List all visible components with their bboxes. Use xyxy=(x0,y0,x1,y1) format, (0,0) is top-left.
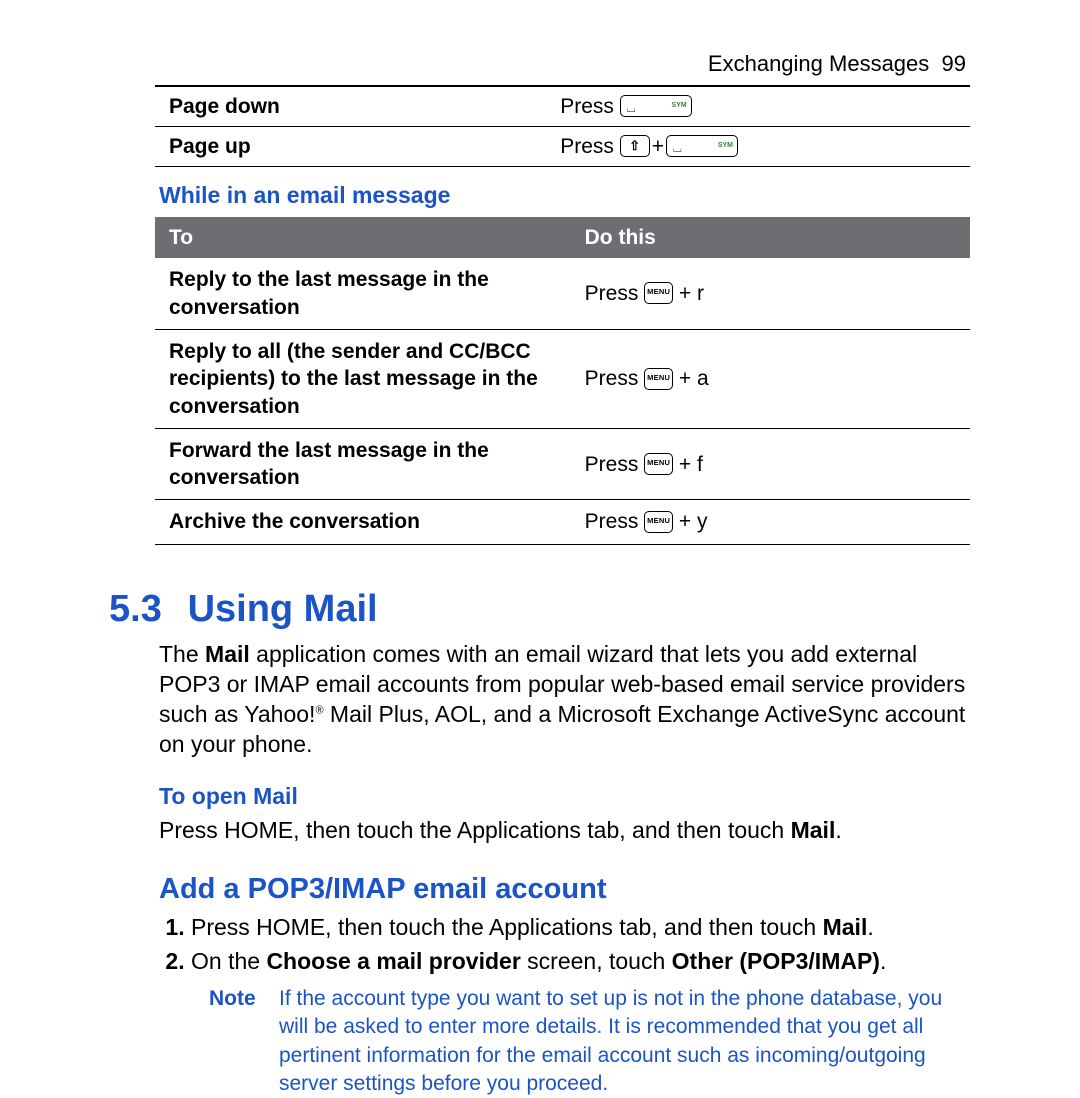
shortcut-label: Page down xyxy=(155,86,546,127)
action-desc: Reply to the last message in the convers… xyxy=(155,258,571,329)
shift-key-icon xyxy=(620,135,650,157)
action-keys: Press MENU + r xyxy=(571,258,970,329)
table-row: Archive the conversation Press MENU + y xyxy=(155,500,970,544)
running-header: Exchanging Messages 99 xyxy=(155,50,970,79)
section-heading: 5.3 Using Mail xyxy=(109,585,970,634)
shortcut-action: Press +SYM xyxy=(546,126,970,166)
header-section: Exchanging Messages xyxy=(708,51,929,76)
space-key-icon: SYM xyxy=(666,135,738,157)
table-header-row: To Do this xyxy=(155,217,970,258)
subheading-to-open-mail: To open Mail xyxy=(159,782,970,812)
manual-page: Exchanging Messages 99 Page down Press S… xyxy=(0,0,1080,1080)
note-label: Note xyxy=(209,985,279,1098)
shortcut-label: Page up xyxy=(155,126,546,166)
table-row: Page down Press SYM xyxy=(155,86,970,127)
section-title: Using Mail xyxy=(188,588,378,630)
menu-key-icon: MENU xyxy=(644,368,673,390)
step-item: Press HOME, then touch the Applications … xyxy=(191,913,970,943)
shortcut-action: Press SYM xyxy=(546,86,970,127)
menu-key-icon: MENU xyxy=(644,453,673,475)
header-page-number: 99 xyxy=(942,51,966,76)
action-desc: Forward the last message in the conversa… xyxy=(155,428,571,500)
subheading-while-in-email: While in an email message xyxy=(159,181,970,211)
col-header-do-this: Do this xyxy=(571,217,970,258)
action-keys: Press MENU + f xyxy=(571,428,970,500)
menu-key-icon: MENU xyxy=(644,282,673,304)
action-desc: Archive the conversation xyxy=(155,500,571,544)
step-item: On the Choose a mail provider screen, to… xyxy=(191,947,970,977)
open-mail-paragraph: Press HOME, then touch the Applications … xyxy=(159,816,970,846)
note-text: If the account type you want to set up i… xyxy=(279,985,970,1098)
action-keys: Press MENU + y xyxy=(571,500,970,544)
action-desc: Reply to all (the sender and CC/BCC reci… xyxy=(155,329,571,428)
table-row: Page up Press +SYM xyxy=(155,126,970,166)
nav-shortcut-table: Page down Press SYM Page up Press +SYM xyxy=(155,85,970,168)
intro-paragraph: The Mail application comes with an email… xyxy=(159,640,970,760)
registered-mark: ® xyxy=(315,704,323,716)
table-row: Forward the last message in the conversa… xyxy=(155,428,970,500)
space-key-icon: SYM xyxy=(620,95,692,117)
note-block: Note If the account type you want to set… xyxy=(209,985,970,1098)
table-row: Reply to all (the sender and CC/BCC reci… xyxy=(155,329,970,428)
table-row: Reply to the last message in the convers… xyxy=(155,258,970,329)
subheading-add-account: Add a POP3/IMAP email account xyxy=(159,871,970,909)
col-header-to: To xyxy=(155,217,571,258)
section-number: 5.3 xyxy=(109,585,177,634)
email-shortcut-table: To Do this Reply to the last message in … xyxy=(155,217,970,545)
steps-list: Press HOME, then touch the Applications … xyxy=(159,913,970,977)
action-keys: Press MENU + a xyxy=(571,329,970,428)
menu-key-icon: MENU xyxy=(644,511,673,533)
